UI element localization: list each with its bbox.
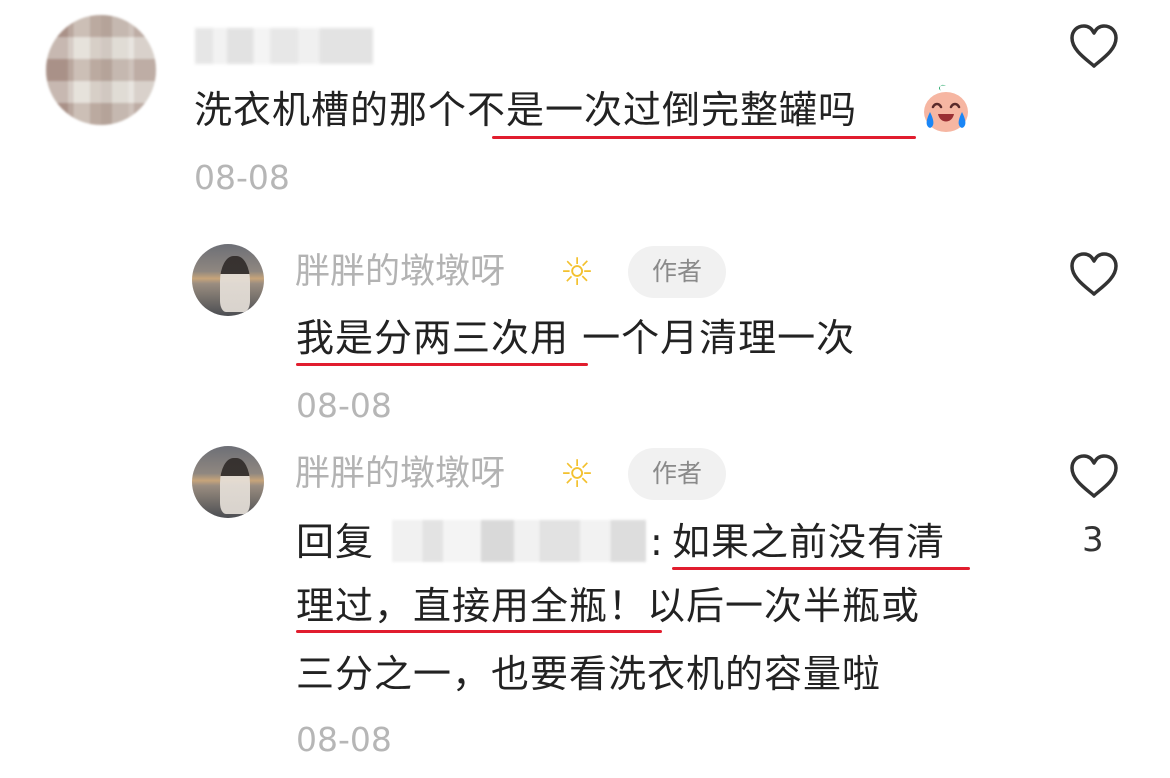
highlight-underline — [672, 567, 970, 570]
comment-text-highlight: 不是一次过倒完整罐吗 — [467, 88, 858, 132]
user-avatar[interactable] — [192, 446, 264, 518]
highlight-underline — [296, 630, 662, 633]
crying-laughing-face-icon — [924, 84, 968, 132]
comment-text: 理过，直接用全瓶！以后一次半瓶或 — [296, 576, 920, 636]
comment-text-highlight: 我是分两三次用 — [296, 316, 570, 360]
blurred-mention[interactable] — [392, 520, 646, 562]
comment-text-line3: 三分之一，也要看洗衣机的容量啦 — [296, 652, 882, 696]
user-name[interactable]: 胖胖的墩墩呀 — [295, 452, 505, 496]
heart-outline-icon[interactable] — [1066, 452, 1122, 500]
user-avatar[interactable] — [192, 244, 264, 316]
like-count: 3 — [1082, 520, 1104, 560]
sun-icon: ☼ — [560, 250, 595, 294]
comment-date: 08-08 — [296, 720, 392, 759]
sun-icon: ☼ — [560, 452, 595, 496]
comment-text-highlight: 理过，直接用全瓶！ — [296, 584, 648, 628]
comment-text: 我是分两三次用 一个月清理一次 — [296, 308, 855, 368]
comment-text-highlight: 如果之前没有清 — [672, 520, 946, 564]
user-name[interactable]: 胖胖的墩墩呀 — [295, 250, 505, 294]
reply-colon: : — [650, 520, 664, 564]
heart-outline-icon[interactable] — [1066, 22, 1122, 70]
reply-prefix: 回复 — [296, 520, 375, 564]
highlight-underline — [296, 363, 588, 366]
comment-text-rest: 以后一次半瓶或 — [647, 584, 921, 628]
comment-text: 洗衣机槽的那个不是一次过倒完整罐吗 — [194, 80, 857, 140]
blurred-username[interactable] — [195, 28, 373, 64]
blurred-avatar[interactable] — [46, 15, 156, 125]
comment-text-prefix: 洗衣机槽的那个 — [194, 88, 468, 132]
author-badge: 作者 — [628, 246, 726, 298]
comment-date: 08-08 — [296, 386, 392, 425]
comment-date: 08-08 — [194, 158, 290, 197]
author-badge: 作者 — [628, 448, 726, 500]
highlight-underline — [492, 136, 916, 139]
heart-outline-icon[interactable] — [1066, 250, 1122, 298]
comment-text-rest: 一个月清理一次 — [569, 316, 856, 360]
